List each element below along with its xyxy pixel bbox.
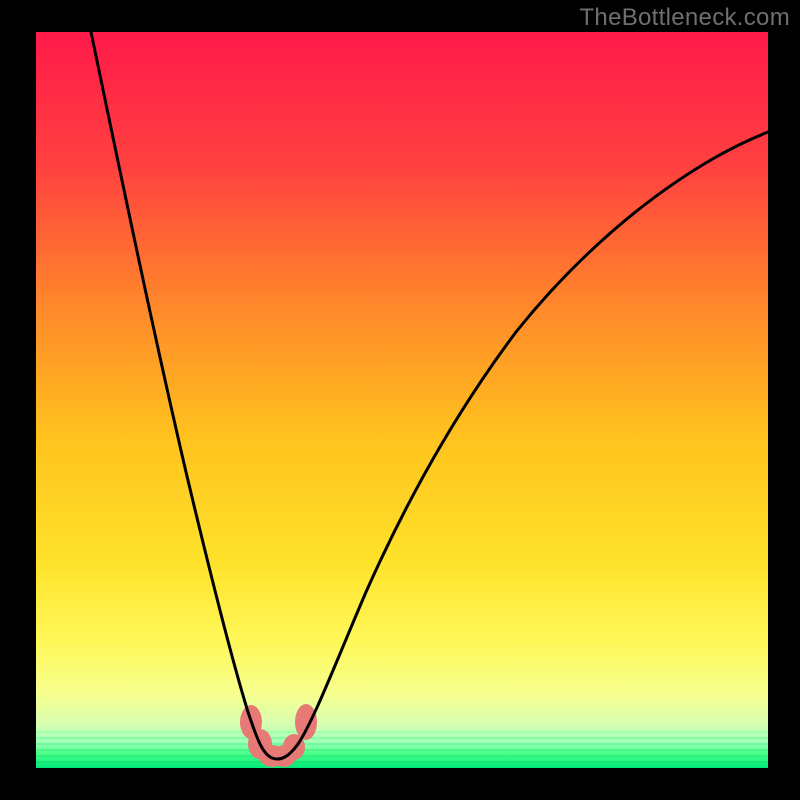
gradient-background (36, 32, 768, 768)
chart-frame: TheBottleneck.com (0, 0, 800, 800)
plot-area (36, 32, 768, 768)
chart-svg (36, 32, 768, 768)
watermark-text: TheBottleneck.com (579, 4, 790, 32)
